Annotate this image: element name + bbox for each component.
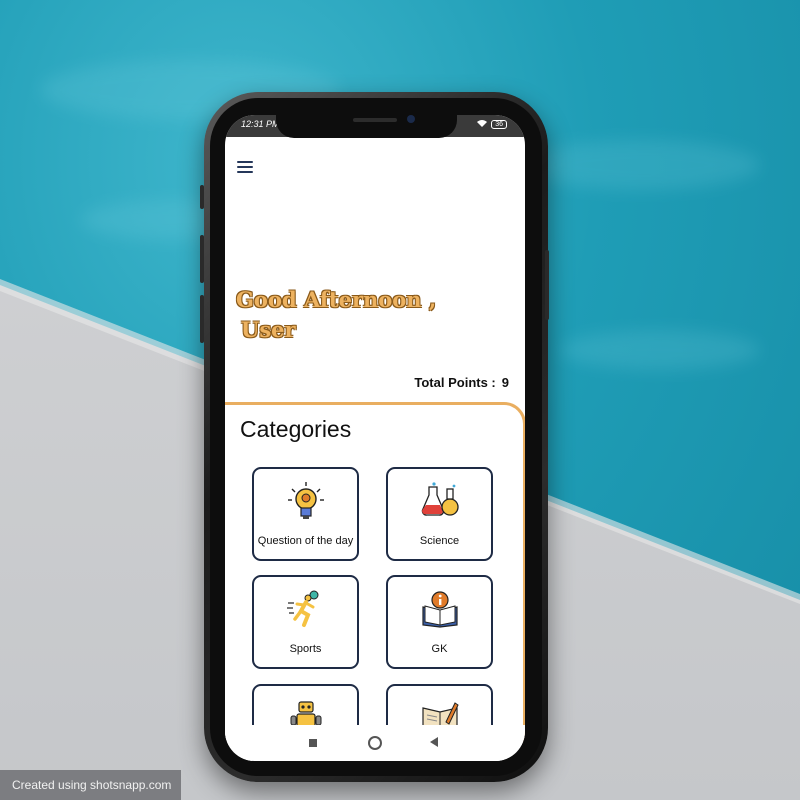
back-button[interactable] [430, 737, 438, 747]
watermark: Created using shotsnapp.com [0, 770, 181, 800]
category-sports[interactable]: Sports [252, 575, 359, 669]
front-camera [407, 115, 415, 123]
mute-switch [200, 185, 204, 209]
category-label: Sports [289, 643, 322, 655]
greeting-line: Good Afternoon , [236, 287, 437, 312]
lightbulb-icon [286, 481, 326, 521]
category-question-of-the-day[interactable]: Question of the day [252, 467, 359, 561]
volume-down-button [200, 295, 204, 343]
power-button [545, 250, 549, 320]
volume-up-button [200, 235, 204, 283]
category-gk[interactable]: GK [386, 575, 493, 669]
points-label: Total Points : [414, 375, 496, 390]
category-label: Science [419, 535, 460, 547]
categories-title: Categories [240, 416, 352, 442]
android-nav-bar [225, 725, 525, 761]
category-label: GK [431, 643, 448, 655]
category-label: Question of the day [257, 535, 354, 547]
hamburger-menu-icon[interactable] [237, 161, 253, 173]
greeting-heading: Good Afternoon , User [236, 285, 436, 345]
category-science[interactable]: Science [386, 467, 493, 561]
user-name: User [241, 317, 296, 342]
points-value: 9 [501, 375, 509, 390]
running-person-icon [286, 589, 326, 629]
wifi-icon [477, 119, 488, 129]
info-book-icon [420, 589, 460, 629]
total-points: Total Points : 9 [414, 375, 509, 390]
speaker-grill [353, 118, 397, 122]
app-screen: 12:31 PM | 36 Good Afternoon , User Tota… [225, 115, 525, 761]
battery-icon: 36 [491, 119, 507, 129]
phone-notch [276, 112, 457, 138]
recents-button[interactable] [309, 739, 317, 747]
flask-icon [420, 481, 460, 521]
home-button[interactable] [368, 736, 382, 750]
